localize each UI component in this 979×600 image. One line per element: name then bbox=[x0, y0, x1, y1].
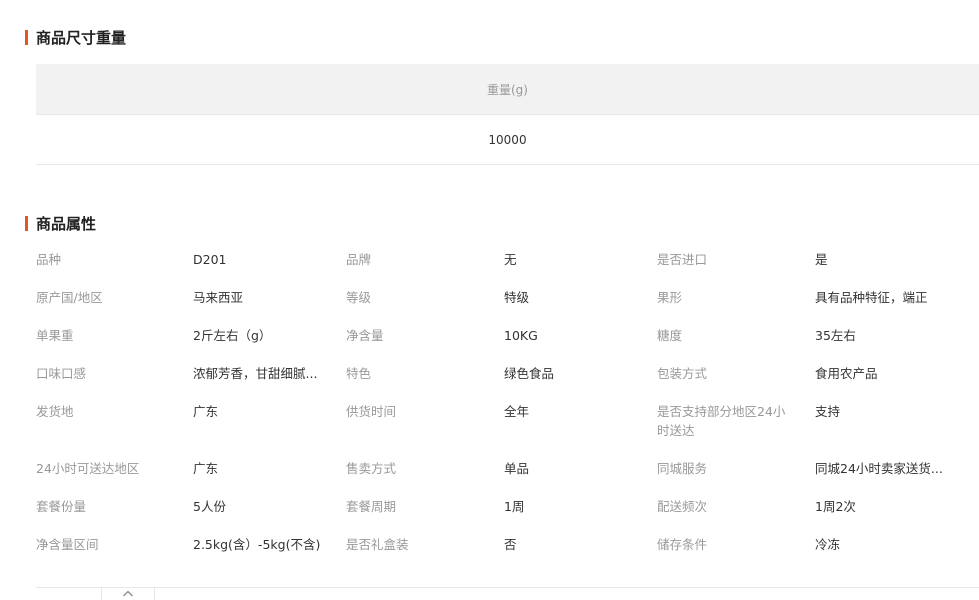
attr-label: 供货时间 bbox=[346, 404, 397, 419]
attr-label: 特色 bbox=[346, 366, 372, 381]
attr-value: 是 bbox=[815, 252, 828, 267]
attr-value: 支持 bbox=[815, 404, 841, 419]
attr-label: 口味口感 bbox=[36, 366, 87, 381]
weight-value-cell: 10000 bbox=[36, 115, 979, 165]
attr-label: 品牌 bbox=[346, 252, 372, 267]
attr-value: 全年 bbox=[504, 404, 530, 419]
attr-label: 包装方式 bbox=[657, 366, 708, 381]
attr-value: 特级 bbox=[504, 290, 530, 305]
size-section-title-text: 商品尺寸重量 bbox=[36, 28, 127, 47]
chevron-up-icon[interactable] bbox=[122, 589, 134, 599]
attr-value: 无 bbox=[504, 252, 517, 267]
attr-row: 品种 D201 品牌 无 是否进口 是 bbox=[36, 250, 979, 269]
attr-label: 储存条件 bbox=[657, 537, 708, 552]
attr-value: 35左右 bbox=[815, 328, 856, 343]
attr-label: 是否进口 bbox=[657, 252, 708, 267]
attr-label: 单果重 bbox=[36, 328, 74, 343]
attr-label: 套餐周期 bbox=[346, 499, 397, 514]
title-accent-bar bbox=[25, 215, 28, 231]
attr-label: 果形 bbox=[657, 290, 683, 305]
attr-row: 套餐份量 5人份 套餐周期 1周 配送频次 1周2次 bbox=[36, 478, 979, 516]
tab-divider bbox=[101, 588, 102, 600]
attr-section-title: 商品属性 bbox=[25, 214, 97, 233]
attr-label: 是否支持部分地区24小时送达 bbox=[657, 404, 786, 438]
attr-label: 发货地 bbox=[36, 404, 74, 419]
attr-row: 口味口感 浓郁芳香，甘甜细腻... 特色 绿色食品 包装方式 食用农产品 bbox=[36, 345, 979, 383]
attr-value: 具有品种特征，端正 bbox=[815, 290, 928, 305]
attr-label: 原产国/地区 bbox=[36, 290, 103, 305]
attr-label: 同城服务 bbox=[657, 461, 708, 476]
attr-label: 是否礼盒装 bbox=[346, 537, 409, 552]
tab-divider bbox=[154, 588, 155, 600]
attr-value: 2斤左右（g） bbox=[193, 328, 272, 343]
attr-label: 等级 bbox=[346, 290, 372, 305]
attr-value: 食用农产品 bbox=[815, 366, 878, 381]
attr-label: 售卖方式 bbox=[346, 461, 397, 476]
weight-column-header: 重量(g) bbox=[36, 64, 979, 115]
attr-value: 否 bbox=[504, 537, 517, 552]
attr-label: 净含量 bbox=[346, 328, 384, 343]
attr-label: 套餐份量 bbox=[36, 499, 87, 514]
attr-value: 1周 bbox=[504, 499, 525, 514]
product-detail-page: 商品尺寸重量 重量(g) 10000 商品属性 品种 D201 品牌 无 是否进口 是原产… bbox=[0, 0, 979, 600]
attr-value: 广东 bbox=[193, 461, 219, 476]
attr-value: 1周2次 bbox=[815, 499, 856, 514]
size-section-title: 商品尺寸重量 bbox=[25, 28, 127, 47]
attr-row: 单果重 2斤左右（g） 净含量 10KG 糖度 35左右 bbox=[36, 307, 979, 345]
attr-value: 同城24小时卖家送货... bbox=[815, 461, 943, 476]
title-accent-bar bbox=[25, 29, 28, 45]
attr-label: 糖度 bbox=[657, 328, 683, 343]
attr-value: 浓郁芳香，甘甜细腻... bbox=[193, 366, 318, 381]
attr-value: 冷冻 bbox=[815, 537, 841, 552]
attr-value: 2.5kg(含）-5kg(不含) bbox=[193, 537, 321, 552]
attr-row: 发货地 广东 供货时间 全年 是否支持部分地区24小时送达 支持 bbox=[36, 383, 979, 440]
attr-row: 原产国/地区 马来西亚 等级 特级 果形 具有品种特征，端正 bbox=[36, 269, 979, 307]
attr-value: D201 bbox=[193, 252, 227, 267]
attr-value: 5人份 bbox=[193, 499, 226, 514]
attr-value: 广东 bbox=[193, 404, 219, 419]
attr-value: 绿色食品 bbox=[504, 366, 555, 381]
attr-label: 净含量区间 bbox=[36, 537, 99, 552]
attr-value: 单品 bbox=[504, 461, 530, 476]
attr-value: 10KG bbox=[504, 328, 538, 343]
attr-row: 24小时可送达地区 广东 售卖方式 单品 同城服务 同城24小时卖家送货... bbox=[36, 440, 979, 478]
size-weight-table: 重量(g) 10000 bbox=[36, 64, 979, 165]
product-attributes-table: 品种 D201 品牌 无 是否进口 是原产国/地区 马来西亚 等级 特级 果形 具有品种特征，端正单… bbox=[36, 250, 979, 554]
attr-label: 24小时可送达地区 bbox=[36, 461, 140, 476]
attr-label: 品种 bbox=[36, 252, 62, 267]
attr-section-title-text: 商品属性 bbox=[36, 214, 97, 233]
attr-label: 配送频次 bbox=[657, 499, 708, 514]
attr-row: 净含量区间 2.5kg(含）-5kg(不含) 是否礼盒装 否 储存条件 冷冻 bbox=[36, 516, 979, 554]
bottom-tab-bar bbox=[36, 587, 979, 600]
attr-value: 马来西亚 bbox=[193, 290, 244, 305]
